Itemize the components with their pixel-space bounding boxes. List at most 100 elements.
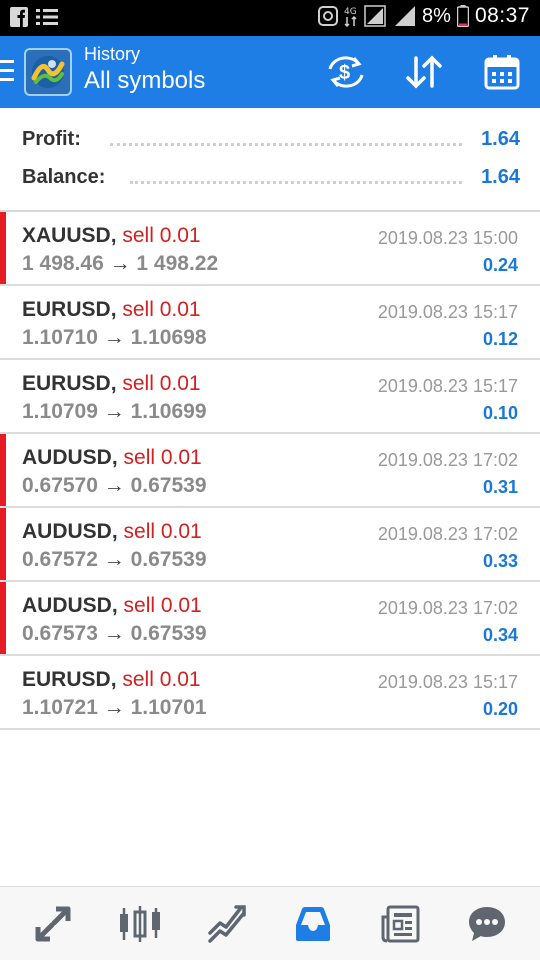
sell-marker xyxy=(0,212,6,284)
battery-icon xyxy=(456,5,469,27)
trade-profit: 0.24 xyxy=(482,255,518,275)
trade-symbol: AUDUSD xyxy=(22,594,112,617)
open-price: 1.10709 xyxy=(22,400,98,423)
nav-quotes[interactable] xyxy=(23,894,83,954)
trade-row[interactable]: AUDUSD, sell 0.01 0.67573 → 0.67539 2019… xyxy=(0,582,540,656)
trade-symbol: EURUSD xyxy=(22,298,111,321)
trade-type: sell 0.01 xyxy=(123,520,202,543)
trade-row[interactable]: AUDUSD, sell 0.01 0.67572 → 0.67539 2019… xyxy=(0,508,540,582)
close-price: 1.10699 xyxy=(130,400,207,423)
bottom-navigation xyxy=(0,886,540,960)
trade-row[interactable]: EURUSD, sell 0.01 1.10710 → 1.10698 2019… xyxy=(0,286,540,360)
status-bar: 4G 8% 08:37 xyxy=(0,0,540,36)
close-price: 1 498.22 xyxy=(136,252,219,275)
clock: 08:37 xyxy=(474,4,530,27)
history-icon xyxy=(296,906,331,941)
sell-marker xyxy=(0,508,6,580)
trade-time: 2019.08.23 15:17 xyxy=(377,376,518,396)
trade-time: 2019.08.23 15:17 xyxy=(377,672,518,692)
chart-icon xyxy=(119,905,160,942)
open-price: 1.10721 xyxy=(22,696,98,719)
trade-type: sell 0.01 xyxy=(123,446,202,469)
dotted-leader xyxy=(110,142,462,146)
signal-strength-2-icon xyxy=(395,6,416,26)
date-range-button[interactable] xyxy=(474,50,530,94)
app-logo[interactable] xyxy=(24,48,72,96)
open-price: 0.67570 xyxy=(22,474,98,497)
trade-profit: 0.12 xyxy=(482,329,518,349)
trade-symbol: AUDUSD xyxy=(22,446,112,469)
calendar-icon xyxy=(484,55,520,90)
trade-row[interactable]: EURUSD, sell 0.01 1.10709 → 1.10699 2019… xyxy=(0,360,540,434)
svg-text:$: $ xyxy=(339,62,350,84)
facebook-notification-icon xyxy=(10,7,28,27)
page-subtitle: History xyxy=(84,44,141,64)
trade-type: sell 0.01 xyxy=(122,298,201,321)
system-status: 4G 8% 08:37 xyxy=(318,4,530,28)
trade-profit: 0.33 xyxy=(482,551,518,571)
balance-value: 1.64 xyxy=(481,166,520,188)
arrow-right-icon: → xyxy=(97,622,131,645)
metatrader-logo-icon xyxy=(31,56,65,88)
app-titles: History All symbols xyxy=(84,44,205,95)
trade-type: sell 0.01 xyxy=(122,668,201,691)
signal-strength-icon xyxy=(364,5,386,27)
arrow-right-icon: → xyxy=(97,326,131,349)
list-notification-icon xyxy=(36,9,58,25)
menu-icon[interactable] xyxy=(0,60,14,82)
trade-type: sell 0.01 xyxy=(123,594,202,617)
notification-icons xyxy=(10,7,58,27)
currency-exchange-icon: $ xyxy=(328,56,364,88)
close-price: 0.67539 xyxy=(130,474,207,497)
symbol-filter-button[interactable]: $ xyxy=(318,50,374,94)
profit-label: Profit: xyxy=(22,128,81,150)
open-price: 0.67573 xyxy=(22,622,98,645)
trade-icon xyxy=(207,904,246,943)
trade-row[interactable]: XAUUSD, sell 0.01 1 498.46 → 1 498.22 20… xyxy=(0,212,540,286)
balance-label: Balance: xyxy=(22,166,106,188)
trade-time: 2019.08.23 15:17 xyxy=(377,302,518,322)
dotted-leader xyxy=(130,180,462,184)
open-price: 1 498.46 xyxy=(22,252,104,275)
profit-value: 1.64 xyxy=(481,128,520,150)
sell-marker xyxy=(0,434,6,506)
sort-arrows-icon xyxy=(406,55,442,89)
trade-symbol: XAUUSD xyxy=(22,224,111,247)
sort-button[interactable] xyxy=(396,50,452,94)
nav-news[interactable] xyxy=(370,894,430,954)
quotes-icon xyxy=(35,906,71,941)
chat-icon xyxy=(468,906,505,941)
trade-time: 2019.08.23 17:02 xyxy=(377,598,518,618)
close-price: 0.67539 xyxy=(130,548,207,571)
nav-history[interactable] xyxy=(283,894,343,954)
network-4g-icon: 4G xyxy=(344,7,357,27)
app-bar: History All symbols $ xyxy=(0,36,540,108)
trade-type: sell 0.01 xyxy=(122,224,201,247)
arrow-right-icon: → xyxy=(103,252,137,275)
trade-symbol: AUDUSD xyxy=(22,520,112,543)
trade-history-list: XAUUSD, sell 0.01 1 498.46 → 1 498.22 20… xyxy=(0,212,540,730)
open-price: 0.67572 xyxy=(22,548,98,571)
close-price: 1.10698 xyxy=(130,326,207,349)
trade-row[interactable]: AUDUSD, sell 0.01 0.67570 → 0.67539 2019… xyxy=(0,434,540,508)
trade-profit: 0.20 xyxy=(482,699,518,719)
toolbar-actions: $ xyxy=(318,50,530,94)
close-price: 0.67539 xyxy=(130,622,207,645)
trade-profit: 0.10 xyxy=(482,403,518,423)
trade-type: sell 0.01 xyxy=(122,372,201,395)
nav-trade[interactable] xyxy=(197,894,257,954)
nav-chart[interactable] xyxy=(110,894,170,954)
arrow-right-icon: → xyxy=(97,696,131,719)
trade-profit: 0.34 xyxy=(482,625,518,645)
open-price: 1.10710 xyxy=(22,326,98,349)
news-icon xyxy=(381,905,420,942)
nav-chat[interactable] xyxy=(457,894,517,954)
page-title[interactable]: All symbols xyxy=(84,67,205,95)
arrow-right-icon: → xyxy=(97,548,131,571)
trade-symbol: EURUSD xyxy=(22,372,111,395)
sell-marker xyxy=(0,582,6,654)
trade-row[interactable]: EURUSD, sell 0.01 1.10721 → 1.10701 2019… xyxy=(0,656,540,730)
close-price: 1.10701 xyxy=(130,696,207,719)
battery-percent: 8% xyxy=(422,4,451,27)
balance-row: Balance: 1.64 xyxy=(22,166,520,196)
